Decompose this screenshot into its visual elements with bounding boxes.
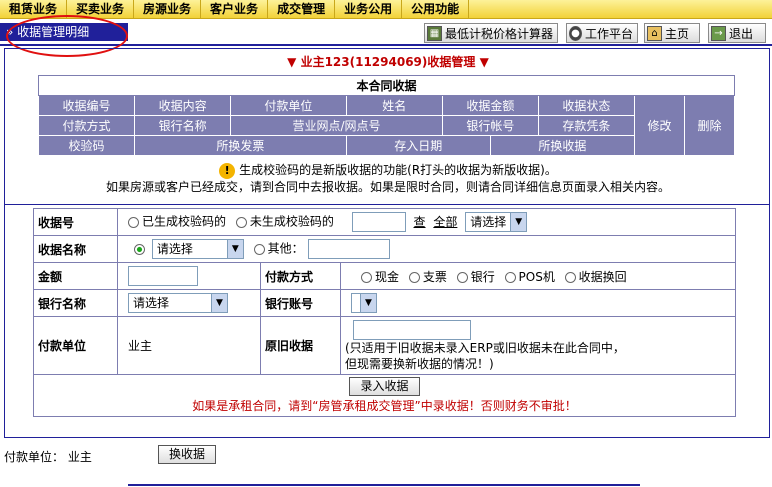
menu-deal[interactable]: 成交管理 bbox=[268, 0, 336, 19]
search-link[interactable]: 查 bbox=[414, 215, 426, 229]
menu-common-functions[interactable]: 公用功能 bbox=[402, 0, 470, 19]
menu-customer[interactable]: 客户业务 bbox=[201, 0, 269, 19]
col-bank-name: 银行名称 bbox=[134, 115, 232, 136]
radio-other[interactable] bbox=[253, 243, 265, 255]
radio-receipt-name-select[interactable] bbox=[134, 243, 145, 255]
receipt-panel: ▼ 业主123(11294069)收据管理 ▼ 本合同收据 收据编号 收据内容 … bbox=[4, 48, 770, 438]
col-deposit-date: 存入日期 bbox=[345, 135, 491, 156]
radio-has-checkcode[interactable] bbox=[128, 216, 139, 228]
menu-business-common[interactable]: 业务公用 bbox=[335, 0, 403, 19]
col-payer: 付款单位 bbox=[230, 95, 347, 116]
payer-value: 业主 bbox=[117, 316, 261, 375]
receipt-form: 收据号 已生成校验码的 未生成校验码的 查 全部 请选择 ▼ 收据名称 请选择 ▼ … bbox=[33, 208, 736, 417]
receipt-no-select[interactable]: 请选择 ▼ bbox=[465, 212, 528, 232]
col-status: 收据状态 bbox=[537, 95, 636, 116]
radio-bank[interactable] bbox=[456, 271, 468, 283]
submit-row: 录入收据 如果是承租合同，请到“房管承租成交管理”中录收据！否则财务不审批！ bbox=[33, 374, 736, 417]
col-payment-method: 付款方式 bbox=[37, 115, 136, 136]
page-title: ▼ 业主123(11294069)收据管理 ▼ bbox=[287, 55, 489, 69]
top-menu: 租赁业务 买卖业务 房源业务 客户业务 成交管理 业务公用 公用功能 bbox=[0, 0, 772, 19]
radio-cash[interactable] bbox=[361, 271, 372, 283]
col-receipt-content: 收据内容 bbox=[134, 95, 232, 116]
other-input[interactable] bbox=[307, 239, 390, 259]
receipt-name-label: 收据名称 bbox=[33, 235, 118, 263]
divider bbox=[5, 204, 769, 205]
col-amount: 收据金额 bbox=[441, 95, 539, 116]
menu-property[interactable]: 房源业务 bbox=[134, 0, 202, 19]
lease-warning: 如果是承租合同，请到“房管承租成交管理”中录收据！否则财务不审批！ bbox=[192, 398, 577, 413]
radio-no-checkcode[interactable] bbox=[235, 216, 247, 228]
bank-account-select[interactable]: ▼ bbox=[351, 293, 377, 313]
original-receipt-input[interactable] bbox=[353, 319, 471, 340]
col-receipt-no: 收据编号 bbox=[37, 95, 136, 116]
col-deposit-slip: 存款凭条 bbox=[537, 115, 636, 136]
col-invoice: 所换发票 bbox=[134, 135, 347, 156]
tax-calculator-button[interactable]: ▦ 最低计税价格计算器 bbox=[424, 23, 558, 43]
col-delete: 删除 bbox=[684, 95, 735, 156]
radio-receipt-return[interactable] bbox=[564, 271, 576, 283]
col-edit: 修改 bbox=[634, 95, 685, 156]
warning-icon: ! bbox=[219, 162, 236, 179]
logout-button[interactable]: → 退出 bbox=[708, 23, 766, 43]
bottom-line bbox=[128, 484, 640, 486]
all-link[interactable]: 全部 bbox=[433, 215, 457, 229]
radio-pos[interactable] bbox=[504, 271, 516, 283]
col-exchanged-receipt: 所换收据 bbox=[489, 135, 636, 156]
user-icon: ● bbox=[569, 25, 582, 41]
chevron-down-icon: ▼ bbox=[510, 213, 527, 231]
exit-icon: → bbox=[711, 25, 726, 41]
receipt-no-input[interactable] bbox=[351, 212, 406, 232]
workbench-button[interactable]: ● 工作平台 bbox=[566, 23, 638, 43]
exchange-receipt-button[interactable]: 换收据 bbox=[158, 445, 217, 464]
footer-payer: 付款单位： 业主 bbox=[4, 450, 92, 464]
col-name: 姓名 bbox=[345, 95, 443, 116]
table-caption: 本合同收据 bbox=[38, 75, 735, 96]
house-icon: ⌂ bbox=[647, 25, 662, 41]
bank-name-label: 银行名称 bbox=[33, 289, 118, 317]
payer-label: 付款单位 bbox=[33, 316, 118, 375]
receipt-list-header: 本合同收据 收据编号 收据内容 付款单位 姓名 收据金额 收据状态 修改 删除 … bbox=[37, 75, 735, 156]
payment-method-label: 付款方式 bbox=[260, 262, 341, 290]
submit-receipt-button[interactable]: 录入收据 bbox=[349, 376, 420, 396]
bank-name-select[interactable]: 请选择 ▼ bbox=[128, 293, 228, 313]
amount-input[interactable] bbox=[128, 266, 198, 286]
calculator-icon: ▦ bbox=[427, 25, 442, 41]
notice: ! 生成校验码的是新版收据的功能(R打头的收据为新版收据)。 如果房源或客户已经成… bbox=[105, 162, 670, 194]
chevron-down-icon: ▼ bbox=[360, 294, 376, 312]
col-bank-account: 银行帐号 bbox=[441, 115, 539, 136]
chevron-down-icon: ▼ bbox=[226, 240, 243, 258]
bank-account-label: 银行账号 bbox=[260, 289, 341, 317]
original-receipt-label: 原旧收据 bbox=[260, 316, 341, 375]
col-check-code: 校验码 bbox=[37, 135, 136, 156]
radio-cheque[interactable] bbox=[408, 271, 420, 283]
receipt-name-select[interactable]: 请选择 ▼ bbox=[151, 239, 244, 259]
home-button[interactable]: ⌂ 主页 bbox=[644, 23, 700, 43]
amount-label: 金额 bbox=[33, 262, 118, 290]
col-branch: 营业网点/网点号 bbox=[230, 115, 443, 136]
receipt-no-label: 收据号 bbox=[33, 208, 118, 236]
chevron-down-icon: ▼ bbox=[211, 294, 227, 312]
